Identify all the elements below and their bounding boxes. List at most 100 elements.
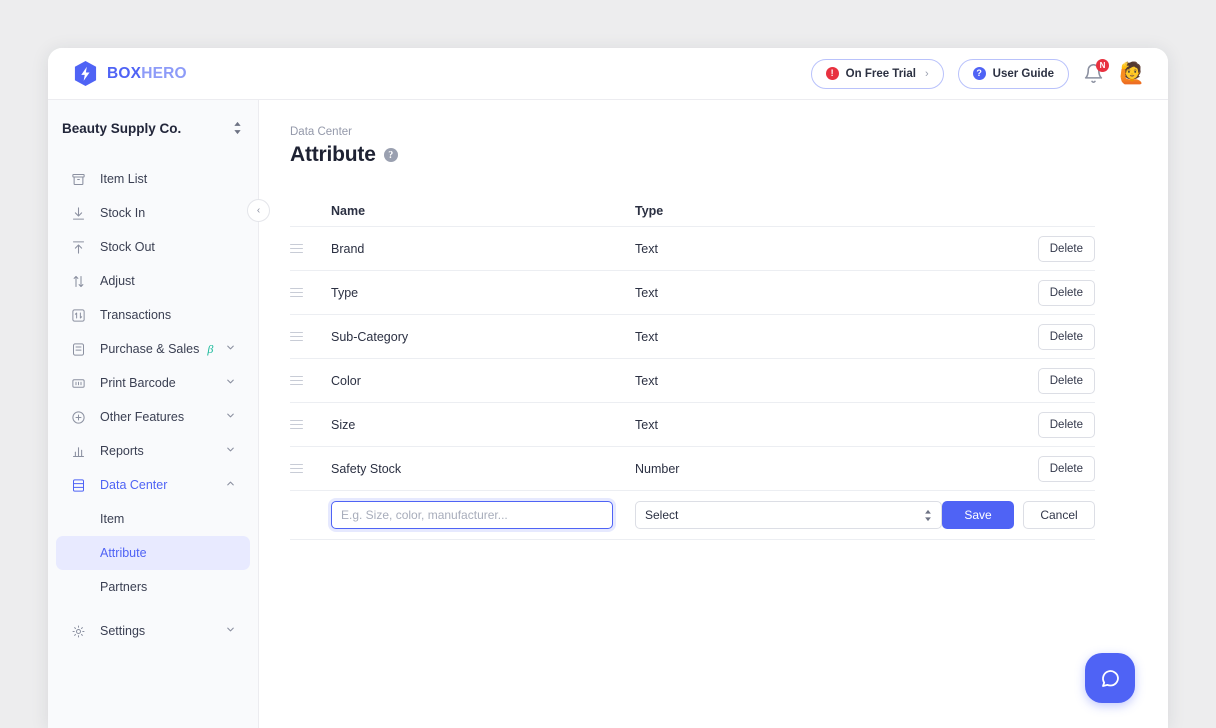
question-icon: ? <box>973 67 986 80</box>
sidebar-item-other-features[interactable]: Other Features <box>56 400 250 434</box>
attribute-type-select[interactable]: Select <box>635 501 942 529</box>
attribute-name: Sub-Category <box>331 330 635 344</box>
delete-button[interactable]: Delete <box>1038 412 1095 438</box>
table-row: Type Text Delete <box>290 270 1095 314</box>
attribute-type: Text <box>635 286 1023 300</box>
chevron-down-icon <box>225 376 236 390</box>
sidebar-item-label: Reports <box>100 444 144 458</box>
attribute-name: Color <box>331 374 635 388</box>
sidebar-item-item-list[interactable]: Item List <box>56 162 250 196</box>
chevron-up-down-icon <box>924 509 932 522</box>
delete-button[interactable]: Delete <box>1038 280 1095 306</box>
column-header-name: Name <box>331 204 635 218</box>
attribute-name: Brand <box>331 242 635 256</box>
table-row: Sub-Category Text Delete <box>290 314 1095 358</box>
box-icon <box>70 171 87 188</box>
top-bar: BOXHERO ! On Free Trial › ? User Guide N <box>48 48 1168 100</box>
sidebar-collapse-button[interactable]: ‹ <box>247 199 270 222</box>
chevron-left-icon: ‹ <box>257 205 260 216</box>
delete-button[interactable]: Delete <box>1038 456 1095 482</box>
delete-button[interactable]: Delete <box>1038 368 1095 394</box>
cancel-button[interactable]: Cancel <box>1023 501 1095 529</box>
drag-handle-icon[interactable] <box>290 332 303 342</box>
drag-handle-icon[interactable] <box>290 464 303 474</box>
sidebar-subitem-label: Partners <box>100 580 147 594</box>
table-row: Brand Text Delete <box>290 226 1095 270</box>
app-window: BOXHERO ! On Free Trial › ? User Guide N <box>48 48 1168 728</box>
chevron-down-icon <box>225 624 236 638</box>
brand-name-light: HERO <box>141 65 187 82</box>
sidebar-item-label: Other Features <box>100 410 184 424</box>
attribute-name: Size <box>331 418 635 432</box>
arrow-up-from-line-icon <box>70 239 87 256</box>
breadcrumb: Data Center <box>290 126 1168 138</box>
drag-handle-icon[interactable] <box>290 244 303 254</box>
workspace-switcher[interactable]: Beauty Supply Co. <box>48 100 258 156</box>
sidebar-subitem-label: Item <box>100 512 124 526</box>
main-content: Data Center Attribute ? Name Type Brand … <box>259 100 1168 728</box>
drag-handle-icon[interactable] <box>290 376 303 386</box>
transactions-icon <box>70 307 87 324</box>
type-select-value: Select <box>645 508 678 522</box>
attribute-type: Text <box>635 242 1023 256</box>
page-title: Attribute <box>290 143 376 167</box>
sidebar-item-label: Data Center <box>100 478 167 492</box>
bar-chart-icon <box>70 443 87 460</box>
sidebar-item-stock-in[interactable]: Stock In <box>56 196 250 230</box>
attribute-name-input[interactable] <box>331 501 613 529</box>
sidebar-item-purchase-and-sales[interactable]: Purchase & Sales β <box>56 332 250 366</box>
free-trial-button[interactable]: ! On Free Trial › <box>811 59 944 89</box>
delete-button[interactable]: Delete <box>1038 324 1095 350</box>
sidebar: Beauty Supply Co. ‹ Item L <box>48 100 259 728</box>
hexagon-bolt-icon <box>73 60 98 87</box>
brand-name: BOXHERO <box>107 65 187 83</box>
chevron-down-icon <box>225 410 236 424</box>
chevron-down-icon <box>225 444 236 458</box>
attribute-type: Text <box>635 374 1023 388</box>
sidebar-item-settings[interactable]: Settings <box>56 614 250 648</box>
sidebar-subitem-partners[interactable]: Partners <box>56 570 250 604</box>
drag-handle-icon[interactable] <box>290 420 303 430</box>
page-title-row: Attribute ? <box>290 143 1168 167</box>
attribute-name: Type <box>331 286 635 300</box>
updown-arrows-glyph <box>233 121 242 135</box>
sidebar-subitem-item[interactable]: Item <box>56 502 250 536</box>
free-trial-label: On Free Trial <box>846 68 916 80</box>
drag-handle-icon[interactable] <box>290 288 303 298</box>
sidebar-item-reports[interactable]: Reports <box>56 434 250 468</box>
notifications-button[interactable]: N <box>1083 63 1105 85</box>
chat-support-button[interactable] <box>1085 653 1135 703</box>
sidebar-item-label: Adjust <box>100 274 135 288</box>
sidebar-item-transactions[interactable]: Transactions <box>56 298 250 332</box>
sidebar-item-stock-out[interactable]: Stock Out <box>56 230 250 264</box>
topbar-actions: ! On Free Trial › ? User Guide N 🙋 <box>811 59 1146 89</box>
chevron-up-icon <box>225 478 236 492</box>
sidebar-nav: Item List Stock In <box>48 156 258 648</box>
user-guide-label: User Guide <box>993 68 1054 80</box>
avatar-glyph: 🙋 <box>1119 62 1145 86</box>
alert-icon: ! <box>826 67 839 80</box>
sidebar-item-label: Item List <box>100 172 147 186</box>
table-row: Size Text Delete <box>290 402 1095 446</box>
avatar[interactable]: 🙋 <box>1119 60 1146 87</box>
brand-name-bold: BOX <box>107 65 141 82</box>
sidebar-item-data-center[interactable]: Data Center <box>56 468 250 502</box>
database-icon <box>70 477 87 494</box>
sidebar-item-label: Stock Out <box>100 240 155 254</box>
user-guide-button[interactable]: ? User Guide <box>958 59 1069 89</box>
sidebar-item-label: Transactions <box>100 308 171 322</box>
attribute-name: Safety Stock <box>331 462 635 476</box>
nav-spacer <box>48 604 258 614</box>
save-button[interactable]: Save <box>942 501 1014 529</box>
sidebar-item-adjust[interactable]: Adjust <box>56 264 250 298</box>
brand-logo-group[interactable]: BOXHERO <box>73 60 187 87</box>
attribute-type: Text <box>635 330 1023 344</box>
sidebar-subitem-attribute[interactable]: Attribute <box>56 536 250 570</box>
arrows-up-down-icon <box>70 273 87 290</box>
help-icon[interactable]: ? <box>384 148 398 162</box>
sidebar-item-print-barcode[interactable]: Print Barcode <box>56 366 250 400</box>
chevron-up-down-icon <box>233 121 242 135</box>
delete-button[interactable]: Delete <box>1038 236 1095 262</box>
body: Beauty Supply Co. ‹ Item L <box>48 100 1168 728</box>
sidebar-item-label: Stock In <box>100 206 145 220</box>
